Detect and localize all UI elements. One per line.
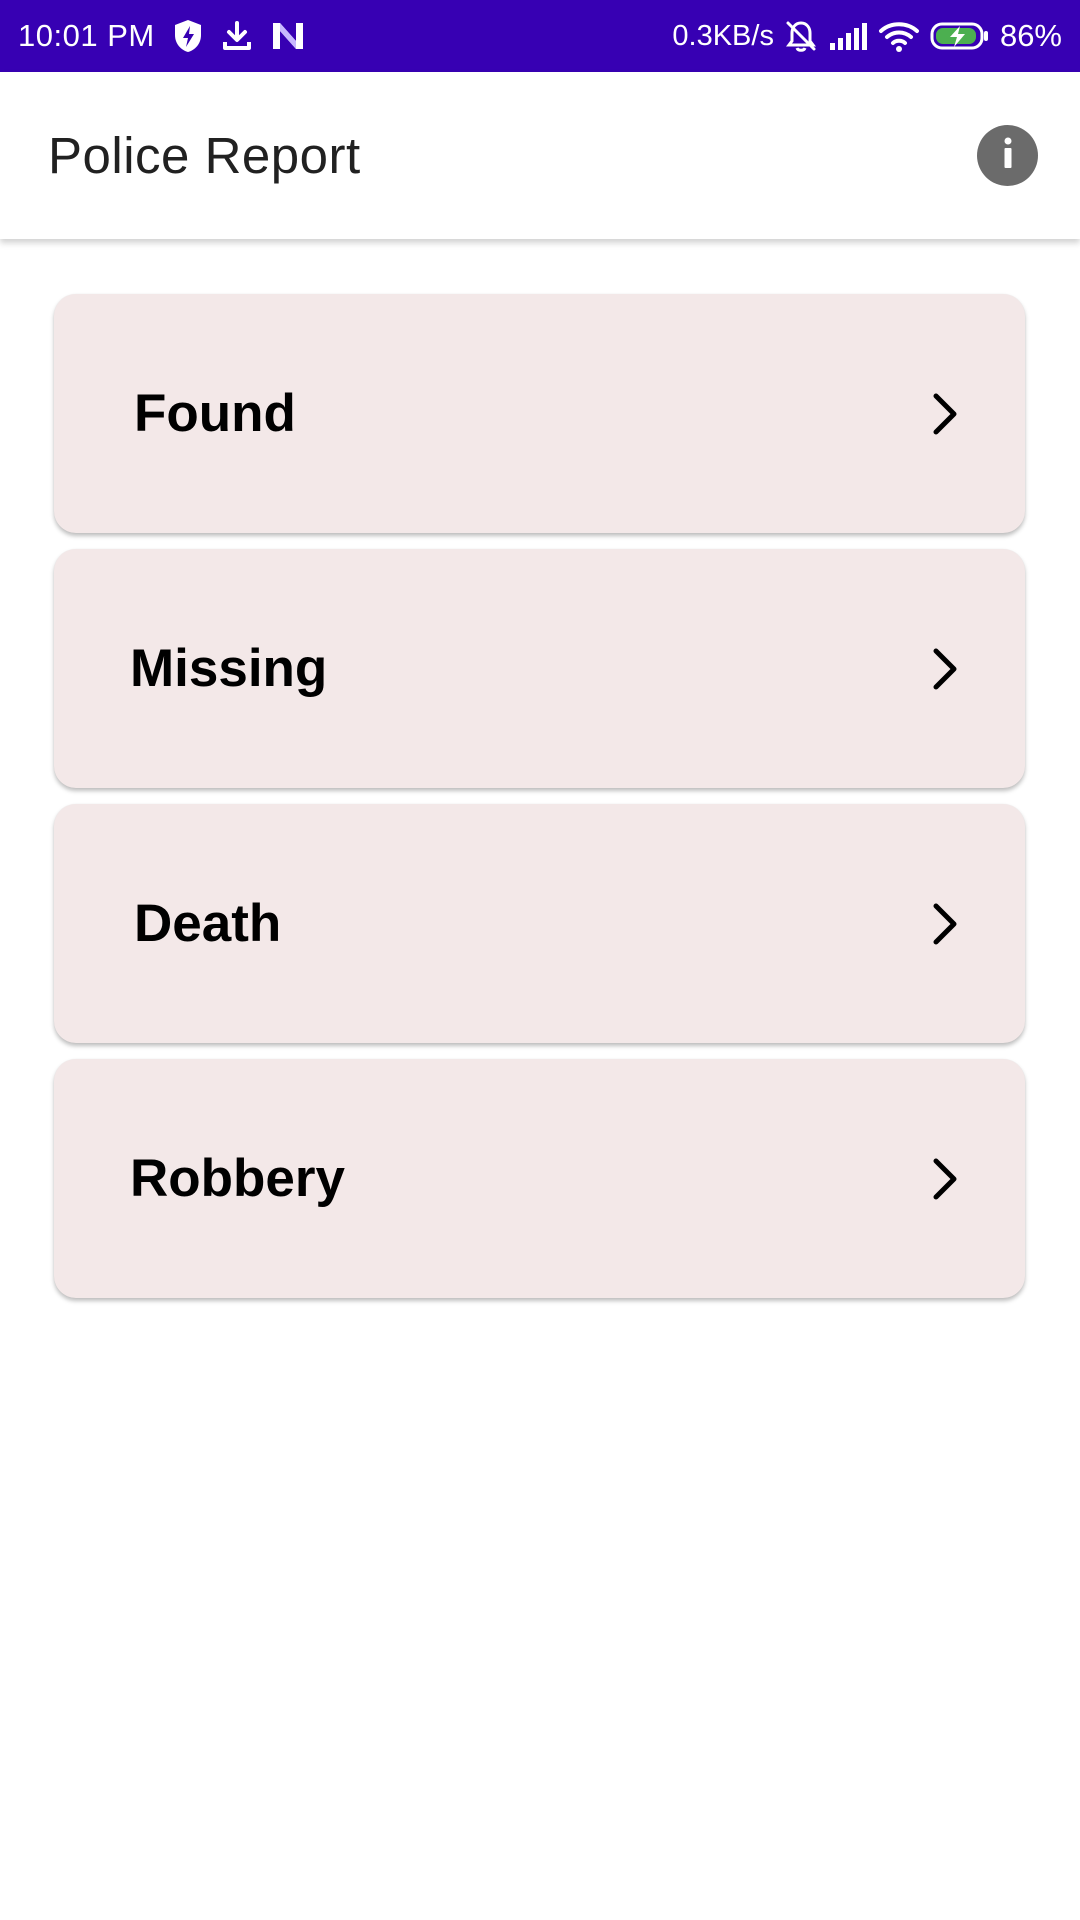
battery-charging-icon [930, 21, 990, 51]
n-app-icon [271, 21, 305, 51]
chevron-right-icon [927, 645, 963, 693]
app-bar: Police Report [0, 72, 1080, 239]
chevron-right-icon [927, 390, 963, 438]
report-label: Robbery [130, 1149, 345, 1208]
battery-percent: 86% [999, 18, 1062, 53]
report-label: Missing [130, 639, 328, 698]
report-card-death[interactable]: Death [54, 804, 1025, 1043]
download-icon [221, 20, 253, 52]
signal-icon [828, 21, 868, 51]
network-rate: 0.3KB/s [672, 19, 774, 52]
chevron-right-icon [927, 1155, 963, 1203]
status-left: 10:01 PM [18, 18, 305, 54]
report-card-robbery[interactable]: Robbery [54, 1059, 1025, 1298]
info-icon [1001, 137, 1015, 174]
report-list: Found Missing Death Robbery [54, 294, 1025, 1314]
shield-bolt-icon [173, 19, 203, 53]
status-right: 0.3KB/s 86% [672, 18, 1062, 54]
page-title: Police Report [48, 127, 361, 184]
wifi-icon [878, 19, 920, 53]
chevron-right-icon [927, 900, 963, 948]
status-bar: 10:01 PM 0.3KB/s 86% [0, 0, 1080, 72]
mute-bell-icon [784, 19, 818, 53]
report-label: Death [134, 894, 282, 953]
report-label: Found [134, 384, 296, 443]
info-button[interactable] [977, 125, 1038, 186]
status-time: 10:01 PM [18, 18, 155, 53]
report-card-found[interactable]: Found [54, 294, 1025, 533]
report-card-missing[interactable]: Missing [54, 549, 1025, 788]
